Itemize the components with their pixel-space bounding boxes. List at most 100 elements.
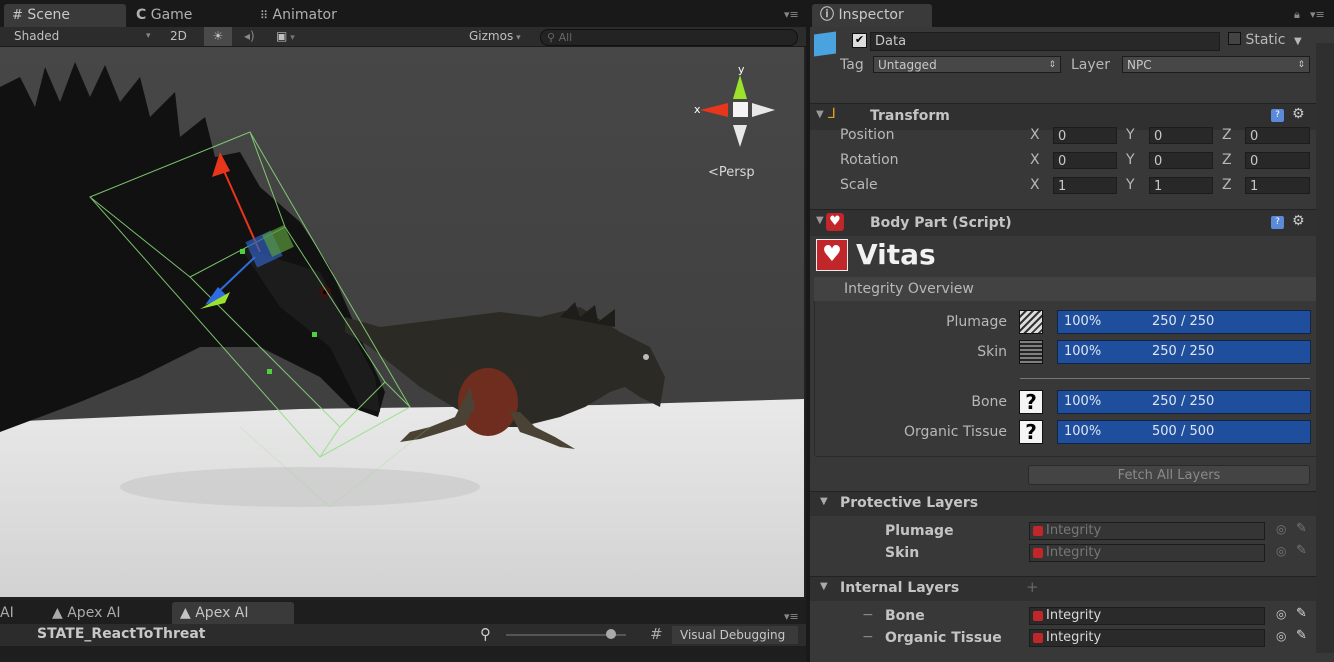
transform-scale-x-field[interactable]: 1 bbox=[1053, 177, 1117, 194]
gear-icon[interactable]: ⚙ bbox=[1292, 106, 1305, 122]
skin-integrity-percent: 100% bbox=[1064, 344, 1102, 359]
layer-dropdown[interactable]: NPC ⇕ bbox=[1122, 56, 1310, 73]
foldout-arrow-icon[interactable]: ▼ bbox=[816, 109, 824, 120]
internal-layers-header[interactable]: ▼ Internal Layers + bbox=[810, 576, 1317, 601]
panel-menu-icon[interactable]: ▾≡ bbox=[1310, 8, 1325, 21]
tab-ai-partial[interactable]: AI bbox=[0, 605, 14, 621]
protective-layers-header[interactable]: ▼ Protective Layers bbox=[810, 491, 1317, 516]
internal-bone-reference-field[interactable]: Integrity bbox=[1029, 607, 1265, 625]
eyedropper-icon[interactable]: ✎ bbox=[1296, 628, 1307, 643]
heart-icon bbox=[1033, 526, 1043, 536]
inspector-panel: ✔ Data Static ▼ Tag Untagged ⇕ Layer NPC… bbox=[810, 27, 1334, 662]
foldout-arrow-icon[interactable]: ▼ bbox=[820, 581, 828, 592]
active-checkbox[interactable]: ✔ bbox=[852, 33, 867, 48]
transform-rotation-x-field[interactable]: 0 bbox=[1053, 152, 1117, 169]
gizmos-dropdown[interactable]: Gizmos ▾ bbox=[469, 27, 521, 46]
effects-dropdown[interactable]: ▣ ▾ bbox=[276, 27, 295, 46]
organic-tissue-remove-button[interactable]: − bbox=[862, 629, 874, 645]
tab-scene-label: Scene bbox=[27, 7, 71, 23]
lock-icon[interactable]: 🔒︎ bbox=[1294, 8, 1300, 22]
audio-toggle-button[interactable]: ◂) bbox=[244, 27, 255, 46]
foldout-arrow-icon[interactable]: ▼ bbox=[820, 496, 828, 507]
body-part-header[interactable]: ▼ ♥ Body Part (Script) ? ⚙ bbox=[810, 209, 1317, 236]
tab-inspector[interactable]: ⓘ Inspector bbox=[812, 4, 932, 27]
bone-unknown-icon: ? bbox=[1019, 390, 1043, 414]
transform-position-label: Position bbox=[840, 127, 895, 143]
protective-skin-label: Skin bbox=[885, 545, 920, 561]
object-picker-icon[interactable]: ◎ bbox=[1276, 522, 1286, 536]
internal-organic-tissue-reference-field[interactable]: Integrity bbox=[1029, 629, 1265, 647]
grid-icon[interactable]: # bbox=[650, 625, 663, 643]
transform-rotation-y-field[interactable]: 0 bbox=[1149, 152, 1213, 169]
object-picker-icon[interactable]: ◎ bbox=[1276, 544, 1286, 558]
image-icon: ▣ bbox=[276, 29, 288, 43]
help-icon[interactable]: ? bbox=[1271, 109, 1284, 122]
plumage-integrity-value: 250 / 250 bbox=[1152, 314, 1215, 329]
eyedropper-icon[interactable]: ✎ bbox=[1296, 543, 1307, 558]
zoom-slider[interactable] bbox=[506, 629, 626, 639]
projection-toggle[interactable]: <Persp bbox=[708, 165, 755, 180]
foldout-arrow-icon[interactable]: ▼ bbox=[816, 215, 824, 226]
protective-plumage-reference-field[interactable]: Integrity bbox=[1029, 522, 1265, 540]
chevron-down-icon[interactable]: ▼ bbox=[1294, 36, 1302, 47]
static-toggle[interactable]: Static ▼ bbox=[1228, 32, 1302, 48]
transform-rotation-label: Rotation bbox=[840, 152, 899, 168]
shading-dropdown[interactable]: Shaded ▾ bbox=[14, 27, 154, 46]
object-picker-icon[interactable]: ◎ bbox=[1276, 629, 1286, 643]
panel-menu-icon[interactable]: ▾≡ bbox=[784, 610, 799, 623]
inspector-scrollbar[interactable] bbox=[1316, 43, 1334, 653]
zoom-slider-thumb[interactable] bbox=[606, 629, 616, 639]
lighting-toggle-button[interactable]: ☀ bbox=[204, 27, 232, 46]
eyedropper-icon[interactable]: ✎ bbox=[1296, 606, 1307, 621]
object-picker-icon[interactable]: ◎ bbox=[1276, 607, 1286, 621]
transform-axes-icon: ⅃ bbox=[828, 106, 836, 122]
transform-header[interactable]: ▼ ⅃ Transform ? ⚙ bbox=[810, 103, 1317, 130]
tag-dropdown[interactable]: Untagged ⇕ bbox=[873, 56, 1061, 73]
tab-apex-ai-1-label: Apex AI bbox=[67, 605, 121, 621]
visual-debugging-button[interactable]: Visual Debugging bbox=[672, 626, 798, 644]
tab-apex-ai-2[interactable]: ▲ Apex AI bbox=[172, 602, 294, 624]
persp-chevron-icon: < bbox=[708, 165, 719, 180]
fetch-all-layers-button[interactable]: Fetch All Layers bbox=[1028, 465, 1310, 485]
skin-texture-icon bbox=[1019, 340, 1043, 364]
help-icon[interactable]: ? bbox=[1271, 216, 1284, 229]
transform-title: Transform bbox=[870, 108, 950, 124]
add-layer-button[interactable]: + bbox=[1026, 578, 1039, 596]
axis-x-label: X bbox=[1030, 127, 1040, 143]
panel-menu-icon[interactable]: ▾≡ bbox=[784, 8, 799, 21]
internal-bone-reference-value: Integrity bbox=[1046, 608, 1102, 623]
tab-scene[interactable]: # Scene bbox=[4, 4, 126, 27]
info-icon: ⓘ bbox=[820, 7, 834, 23]
transform-position-z-field[interactable]: 0 bbox=[1245, 127, 1310, 144]
transform-position-x-field[interactable]: 0 bbox=[1053, 127, 1117, 144]
inspector-tab-bar: ⓘ Inspector 🔒︎ ▾≡ bbox=[810, 0, 1334, 27]
apex-icon: ▲ bbox=[180, 605, 191, 621]
toggle-2d-button[interactable]: 2D bbox=[170, 27, 187, 46]
heart-icon bbox=[1033, 548, 1043, 558]
object-name-field[interactable]: Data bbox=[870, 32, 1220, 51]
bone-integrity-percent: 100% bbox=[1064, 394, 1102, 409]
gear-icon[interactable]: ⚙ bbox=[1292, 213, 1305, 229]
protective-skin-reference-field[interactable]: Integrity bbox=[1029, 544, 1265, 562]
protective-layers-title: Protective Layers bbox=[840, 495, 979, 511]
chevron-down-icon: ▾ bbox=[146, 31, 151, 41]
state-name: STATE_ReactToThreat bbox=[37, 626, 206, 642]
tab-game[interactable]: C Game bbox=[128, 4, 246, 27]
scene-viewport[interactable]: y x <Persp bbox=[0, 47, 804, 597]
organic-tissue-integrity-label: Organic Tissue bbox=[904, 424, 1007, 440]
integrity-separator bbox=[1020, 378, 1310, 379]
transform-position-y-field[interactable]: 0 bbox=[1149, 127, 1213, 144]
bone-remove-button[interactable]: − bbox=[862, 607, 874, 623]
gizmos-label: Gizmos bbox=[469, 29, 514, 43]
transform-scale-z-field[interactable]: 1 bbox=[1245, 177, 1310, 194]
transform-rotation-z-field[interactable]: 0 bbox=[1245, 152, 1310, 169]
integrity-overview-header: Integrity Overview bbox=[814, 277, 1316, 301]
tab-apex-ai-1[interactable]: ▲ Apex AI bbox=[52, 605, 121, 621]
transform-scale-y-field[interactable]: 1 bbox=[1149, 177, 1213, 194]
gizmo-y-label: y bbox=[738, 63, 745, 76]
eyedropper-icon[interactable]: ✎ bbox=[1296, 521, 1307, 536]
static-checkbox[interactable] bbox=[1228, 32, 1241, 45]
tab-animator[interactable]: ⠿ Animator bbox=[252, 4, 390, 27]
scene-search-input[interactable]: ⚲ All bbox=[540, 29, 798, 46]
sun-icon: ☀ bbox=[212, 29, 224, 43]
